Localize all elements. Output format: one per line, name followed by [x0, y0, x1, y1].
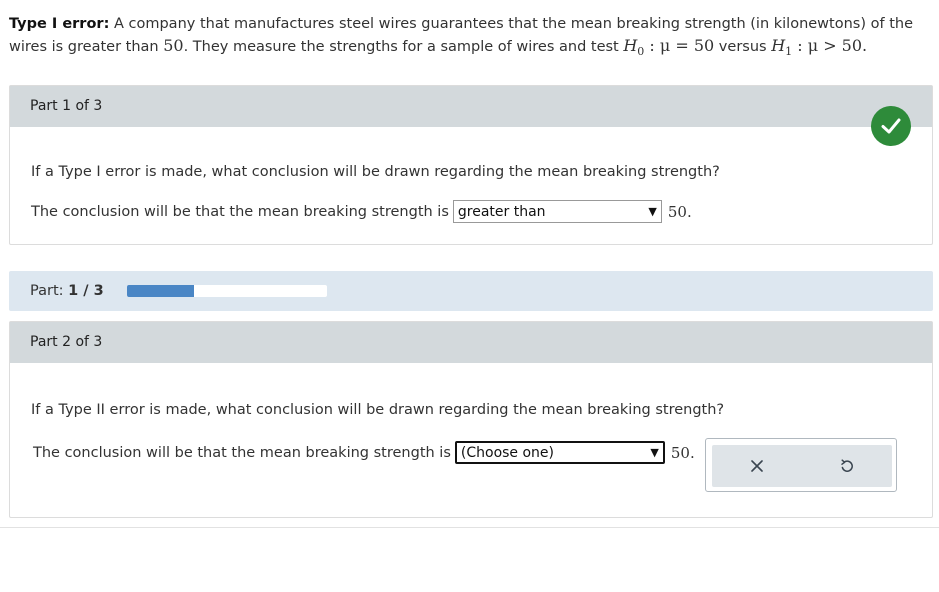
- problem-label: Type I error:: [9, 16, 110, 32]
- part-2-header: Part 2 of 3: [10, 322, 932, 363]
- progress-fill: [127, 285, 194, 297]
- versus-text: versus: [714, 39, 772, 55]
- checkmark-icon: [871, 106, 911, 146]
- part-2-answer-suffix: 50.: [670, 443, 695, 462]
- bottom-divider: [0, 527, 939, 528]
- part-1-answer-prefix: The conclusion will be that the mean bre…: [31, 203, 449, 220]
- part-2-question: If a Type II error is made, what conclus…: [31, 402, 725, 418]
- problem-statement: Type I error: A company that manufacture…: [9, 14, 935, 62]
- undo-button[interactable]: [827, 451, 867, 481]
- undo-icon: [841, 459, 853, 472]
- part-progress: Part: 1 / 3: [9, 271, 933, 311]
- alt-hypothesis: H1 : μ > 50.: [771, 36, 868, 59]
- progress-value: 1 / 3: [68, 283, 104, 299]
- chevron-down-icon: ▼: [648, 205, 657, 218]
- part-2-selected-value: (Choose one): [460, 444, 555, 461]
- chevron-down-icon: ▼: [650, 446, 659, 459]
- null-hypothesis: H0 : μ = 50: [623, 36, 715, 59]
- clear-button[interactable]: [737, 451, 777, 481]
- part-2-conclusion-select[interactable]: (Choose one) ▼: [454, 441, 665, 464]
- part-1-conclusion-select[interactable]: greater than ▼: [452, 200, 662, 223]
- progress-track: [127, 285, 327, 297]
- problem-value: 50: [163, 36, 184, 55]
- part-1-header: Part 1 of 3: [10, 86, 932, 127]
- part-1-selected-value: greater than: [457, 203, 546, 220]
- answer-tools: [705, 438, 897, 492]
- progress-label: Part: 1 / 3: [30, 283, 104, 299]
- part-1-panel: Part 1 of 3 If a Type I error is made, w…: [9, 85, 933, 245]
- part-1-question: If a Type I error is made, what conclusi…: [31, 164, 720, 180]
- problem-text-2: . They measure the strengths for a sampl…: [183, 39, 624, 55]
- part-1-answer-suffix: 50.: [667, 202, 692, 221]
- part-2-answer-prefix: The conclusion will be that the mean bre…: [33, 444, 451, 461]
- part-2-answer-line: The conclusion will be that the mean bre…: [33, 441, 695, 464]
- x-icon: [751, 460, 763, 472]
- part-1-answer-line: The conclusion will be that the mean bre…: [31, 200, 692, 223]
